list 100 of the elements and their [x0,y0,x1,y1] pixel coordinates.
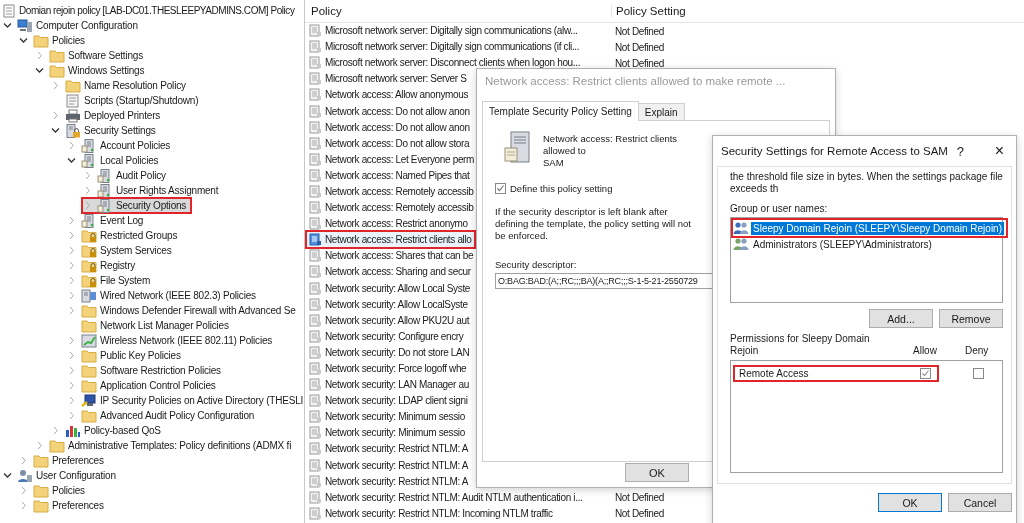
expand-chevron-icon[interactable] [67,366,76,375]
policy-row[interactable]: Network security: Restrict NTLM: A [307,473,471,489]
expand-chevron-icon[interactable] [35,441,44,450]
tree-item[interactable]: Name Resolution Policy [49,78,192,93]
policy-row[interactable]: Network security: Configure encry [307,328,466,344]
policy-row[interactable]: Network security: Allow LocalSyste [307,296,470,312]
tree-item[interactable]: Policies [17,483,91,498]
policy-row[interactable]: Network access: Do not allow stora [307,135,472,151]
tree-item[interactable]: Preferences [17,498,110,513]
policy-row[interactable]: Network access: Do not allow anon [307,103,472,119]
tree-item[interactable]: Software Settings [33,48,149,63]
tree-item[interactable]: Security Options [81,197,193,214]
expand-chevron-icon[interactable] [83,186,92,195]
expand-chevron-icon[interactable] [67,396,76,405]
tree-item[interactable]: Wired Network (IEEE 802.3) Policies [65,288,262,303]
expand-chevron-icon[interactable] [51,426,60,435]
remove-button[interactable]: Remove [939,309,1003,329]
policy-row[interactable]: Network security: Allow PKU2U aut [307,312,472,328]
expand-chevron-icon[interactable] [51,111,60,120]
tree-item[interactable]: Policy-based QoS [49,423,167,438]
policy-row[interactable]: Network access: Remotely accessib [307,184,476,199]
policy-row[interactable]: Network security: Restrict NTLM: Incoming NTLM traffic [307,505,555,521]
expand-chevron-icon[interactable] [83,201,92,210]
collapse-chevron-icon[interactable] [35,66,44,75]
policy-row[interactable]: Network access: Allow anonymous [307,87,471,103]
tree-item[interactable]: Audit Policy [81,168,172,183]
column-header[interactable]: Policy Setting [612,5,686,17]
expand-chevron-icon[interactable] [67,141,76,150]
expand-chevron-icon[interactable] [67,216,76,225]
tree-item[interactable]: System Services [65,243,178,258]
tree-item[interactable]: Scripts (Startup/Shutdown) [49,93,205,108]
tree-item[interactable]: Security Settings [49,123,162,138]
policy-row[interactable]: Network security: LDAP client signi [307,393,470,409]
tree-item[interactable]: Administrative Templates: Policy definitions (ADMX fi [33,438,298,453]
tab[interactable]: Template Security Policy Setting [482,101,639,121]
policy-row[interactable]: Microsoft network server: Disconnect clients when logon hou... [307,55,583,71]
collapse-chevron-icon[interactable] [3,21,12,30]
policy-row[interactable]: Network access: Restrict clients allo [307,232,474,248]
tree-item[interactable]: Advanced Audit Policy Configuration [65,408,261,423]
tree-item[interactable]: Wireless Network (IEEE 802.11) Policies [65,333,279,348]
tree-item[interactable]: Public Key Policies [65,348,187,363]
policy-row[interactable]: Network security: LAN Manager au [307,377,471,393]
ok-button[interactable]: OK [625,463,689,482]
expand-chevron-icon[interactable] [67,291,76,300]
tree-item[interactable]: Windows Defender Firewall with Advanced Se [65,303,302,318]
tab[interactable]: Explain [637,103,685,121]
collapse-chevron-icon[interactable] [3,471,12,480]
tree-item[interactable]: Restricted Groups [65,228,184,243]
add-button[interactable]: Add... [869,309,933,329]
expand-chevron-icon[interactable] [35,51,44,60]
expand-chevron-icon[interactable] [67,246,76,255]
expand-chevron-icon[interactable] [19,456,28,465]
expand-chevron-icon[interactable] [67,306,76,315]
expand-chevron-icon[interactable] [67,411,76,420]
column-header[interactable]: Policy [305,5,612,17]
expand-chevron-icon[interactable] [67,231,76,240]
policy-row[interactable]: Microsoft network server: Server S [307,71,469,87]
tree-item[interactable]: Local Policies [65,153,165,168]
help-button[interactable]: ? [947,143,973,159]
tree-item[interactable]: File System [65,273,157,288]
expand-chevron-icon[interactable] [19,501,28,510]
policy-row[interactable]: Microsoft network server: Digitally sign communications (alw... [307,23,580,39]
collapse-chevron-icon[interactable] [19,36,28,45]
expand-chevron-icon[interactable] [67,381,76,390]
policy-row[interactable]: Network access: Let Everyone perm [307,151,477,167]
tree-item[interactable]: Network List Manager Policies [65,318,235,333]
expand-chevron-icon[interactable] [51,81,60,90]
policy-row[interactable]: Network security: Minimum sessio [307,409,467,425]
policy-row[interactable]: Network security: Restrict NTLM: A [307,457,471,473]
tree-item[interactable]: Domian rejoin policy [LAB-DC01.THESLEEPYADMINS.COM] Policy [0,3,301,18]
ok-button[interactable]: OK [878,493,942,512]
policy-row[interactable]: Network access: Shares that can be [307,248,476,264]
policy-row[interactable]: Network access: Sharing and secur [307,264,473,280]
expand-chevron-icon[interactable] [83,171,92,180]
collapse-chevron-icon[interactable] [51,126,60,135]
tree-item[interactable]: Computer Configuration [1,18,144,33]
policy-row[interactable]: Network security: Minimum sessio [307,425,467,441]
expand-chevron-icon[interactable] [19,486,28,495]
group-item[interactable]: Administrators (SLEEPY\Administrators) [733,236,936,252]
expand-chevron-icon[interactable] [67,261,76,270]
collapse-chevron-icon[interactable] [67,156,76,165]
close-button[interactable]: × [986,142,1012,160]
cancel-button[interactable]: Cancel [948,493,1012,512]
tree-item[interactable]: Application Control Policies [65,378,222,393]
tree-item[interactable]: Windows Settings [33,63,151,78]
policy-row[interactable]: Microsoft network server: Digitally sign communications (if cli... [307,39,582,55]
deny-checkbox[interactable] [973,368,984,379]
tree-item[interactable]: Event Log [65,213,150,228]
policy-row[interactable]: Network access: Restrict anonymo [307,216,470,232]
tree-item[interactable]: User Configuration [1,468,122,483]
policy-row[interactable]: Network security: Do not store LAN [307,344,472,360]
policy-row[interactable]: Network security: Force logoff whe [307,361,469,376]
tree-item[interactable]: Preferences [17,453,110,468]
expand-chevron-icon[interactable] [67,276,76,285]
policy-row[interactable]: Network security: Restrict NTLM: Audit NTLM authentication i... [307,489,585,505]
tree-item[interactable]: Policies [17,33,91,48]
policy-row[interactable]: Network access: Do not allow anon [307,119,472,135]
define-policy-checkbox[interactable]: Define this policy setting [495,183,613,194]
expand-chevron-icon[interactable] [67,336,76,345]
tree-item[interactable]: IP Security Policies on Active Directory (THESLI [65,393,304,408]
